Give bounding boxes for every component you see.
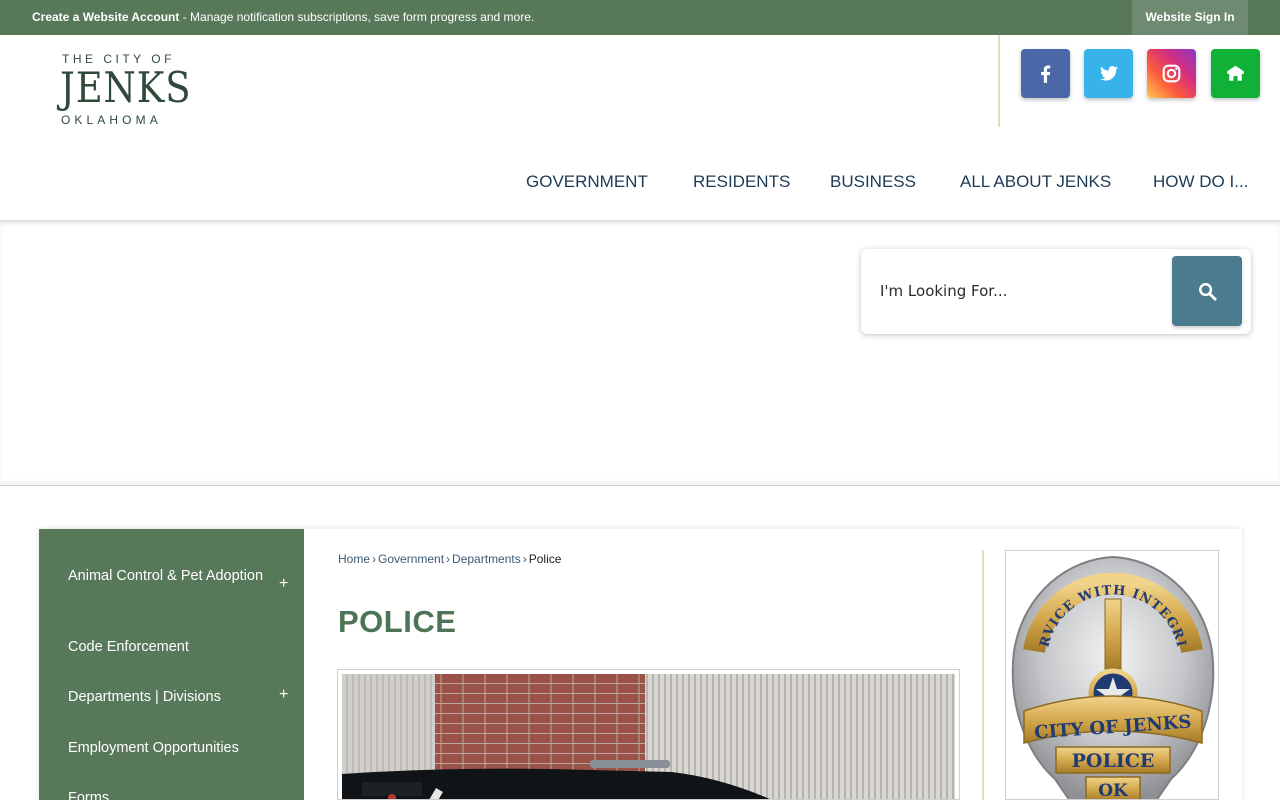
sidebar-item-animal-control[interactable]: Animal Control & Pet Adoption (68, 566, 268, 587)
breadcrumb-separator: › (446, 552, 451, 566)
police-vehicle-photo-frame (337, 669, 960, 800)
city-logo[interactable]: THE CITY OF JENKS OKLAHOMA (60, 51, 191, 131)
breadcrumb-current: Police (528, 552, 562, 566)
expand-departments-button[interactable]: + (279, 686, 288, 704)
breadcrumb-home[interactable]: Home (338, 552, 370, 566)
police-badge-frame: SERVICE WITH INTEGRITY CITY OF JENKS POL… (1005, 550, 1219, 800)
facebook-icon (1041, 65, 1051, 83)
search-input[interactable] (880, 273, 1160, 309)
nav-business[interactable]: BUSINESS (830, 172, 916, 192)
page-title: POLICE (338, 604, 457, 639)
top-bar: Create a Website Account - Manage notifi… (0, 0, 1280, 35)
sidebar-item-forms[interactable]: Forms (68, 788, 268, 800)
nav-government[interactable]: GOVERNMENT (526, 172, 648, 192)
nav-how-do-i[interactable]: HOW DO I... (1153, 172, 1248, 192)
instagram-icon (1162, 64, 1181, 83)
nav-residents[interactable]: RESIDENTS (693, 172, 790, 192)
twitter-icon (1100, 66, 1118, 81)
nav-all-about-jenks[interactable]: ALL ABOUT JENKS (960, 172, 1111, 192)
logo-line-3: OKLAHOMA (61, 113, 162, 127)
account-promo: Create a Website Account - Manage notifi… (32, 10, 534, 24)
sidebar-divider (982, 550, 984, 800)
site-header: THE CITY OF JENKS OKLAHOMA GOVERNMENT RE… (0, 35, 1280, 221)
badge-police-text: POLICE (1072, 750, 1155, 772)
sidebar-item-code-enforcement[interactable]: Code Enforcement (68, 637, 268, 658)
breadcrumb-separator: › (522, 552, 527, 566)
nextdoor-icon (1227, 65, 1244, 81)
search-button[interactable] (1172, 256, 1242, 326)
search-icon (1199, 283, 1217, 301)
facebook-button[interactable] (1021, 49, 1070, 98)
account-promo-text: - Manage notification subscriptions, sav… (179, 10, 535, 24)
expand-animal-control-button[interactable]: + (279, 575, 288, 593)
instagram-button[interactable] (1147, 49, 1196, 98)
breadcrumb-departments[interactable]: Departments (452, 552, 521, 566)
logo-line-2: JENKS (60, 63, 192, 112)
sidebar-item-employment[interactable]: Employment Opportunities (68, 738, 268, 759)
create-account-link[interactable]: Create a Website Account (32, 10, 179, 24)
header-divider (998, 35, 1000, 127)
sign-in-button[interactable]: Website Sign In (1132, 0, 1248, 35)
sidebar-nav: Animal Control & Pet Adoption + Code Enf… (39, 529, 304, 800)
nextdoor-button[interactable] (1211, 49, 1260, 98)
twitter-button[interactable] (1084, 49, 1133, 98)
police-vehicle-photo (342, 674, 955, 799)
hero-banner (0, 221, 1280, 486)
breadcrumb-government[interactable]: Government (378, 552, 444, 566)
badge-state-text: OK (1098, 781, 1129, 800)
police-badge-image: SERVICE WITH INTEGRITY CITY OF JENKS POL… (1006, 551, 1215, 800)
breadcrumb: Home › Government › Departments › Police (338, 552, 561, 566)
search-panel (861, 249, 1251, 334)
sidebar-item-departments[interactable]: Departments | Divisions (68, 687, 268, 708)
breadcrumb-separator: › (372, 552, 377, 566)
